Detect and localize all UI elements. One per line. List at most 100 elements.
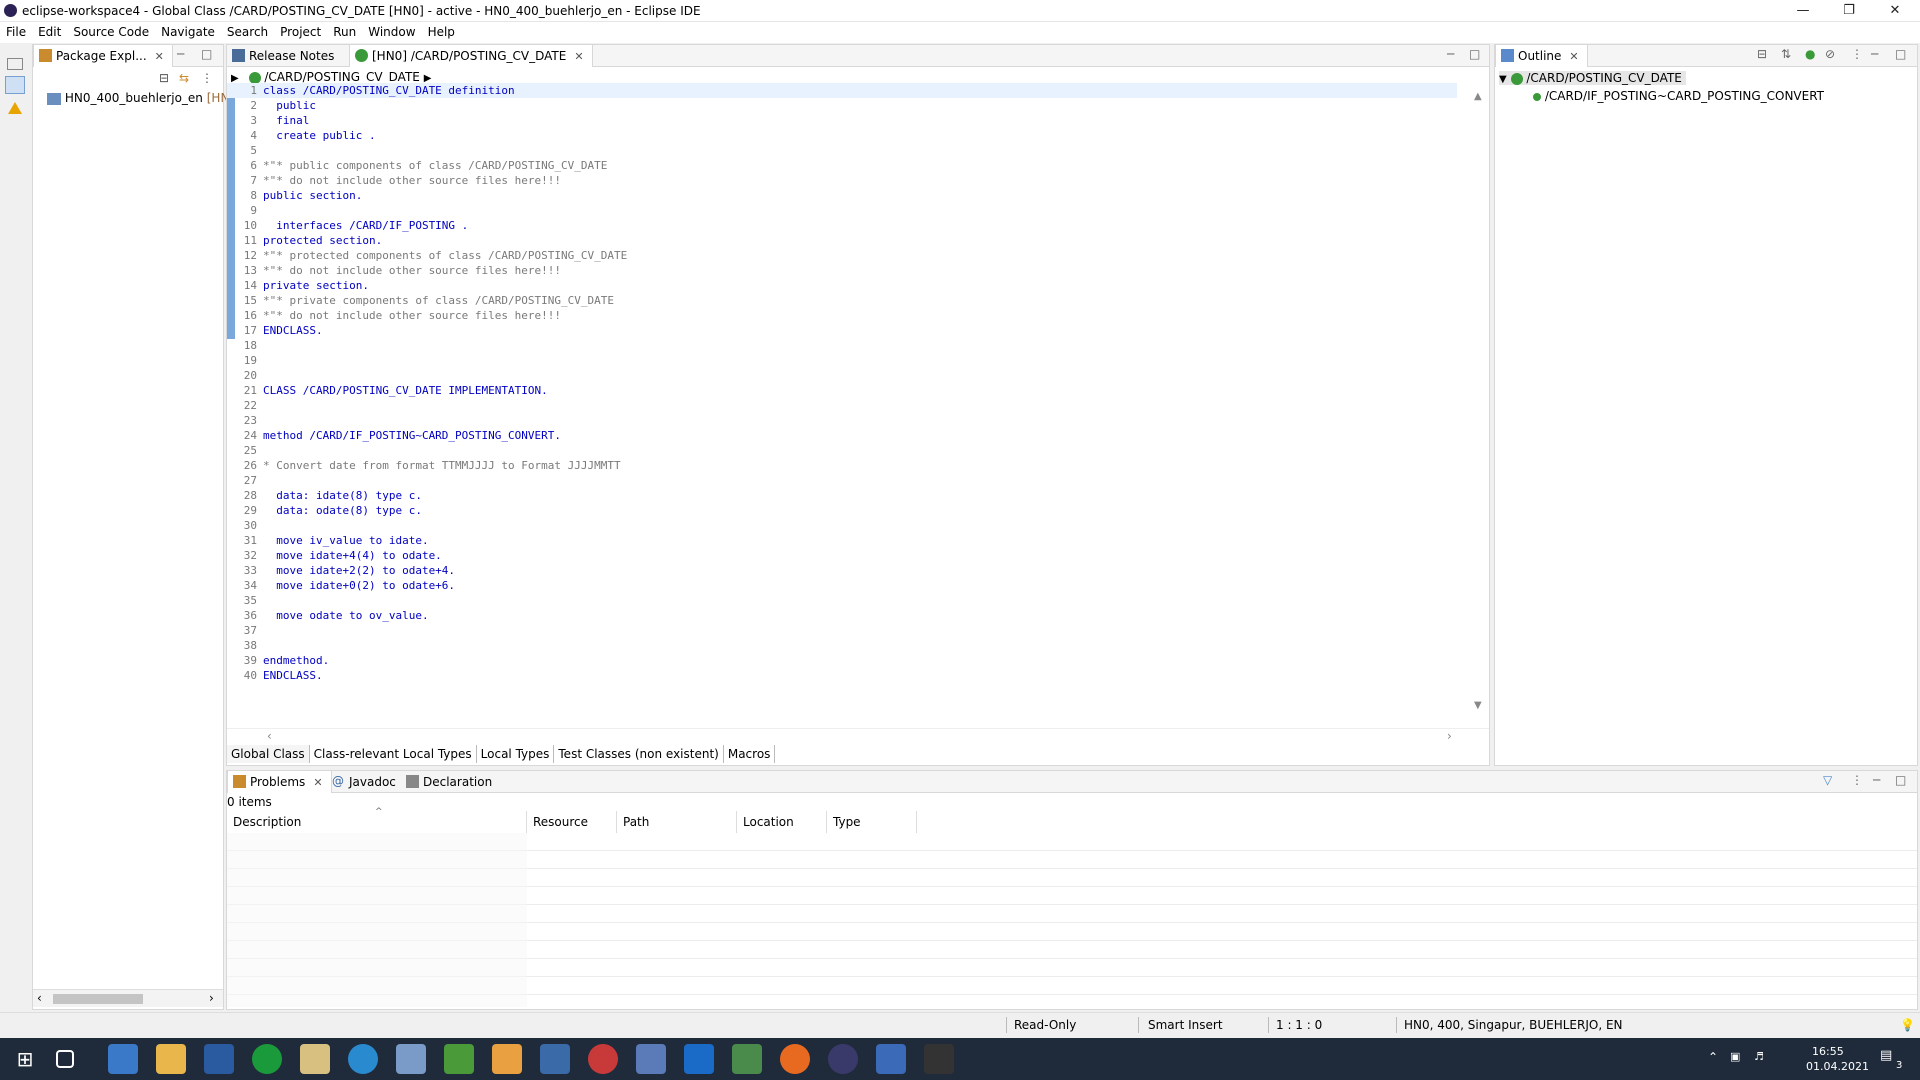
tab-class-relevant-local-types[interactable]: Class-relevant Local Types [310, 745, 477, 763]
windows-start-icon[interactable]: ⊞ [10, 1044, 40, 1074]
minimize-icon[interactable]: ─ [1873, 773, 1880, 787]
view-menu-icon[interactable]: ⋮ [201, 71, 213, 85]
tab-release-notes[interactable]: Release Notes [227, 45, 342, 67]
restore-button[interactable]: ❐ [1826, 0, 1872, 22]
close-button[interactable]: ✕ [1872, 0, 1918, 22]
maximize-icon[interactable]: □ [1469, 47, 1480, 61]
tab-test-classes[interactable]: Test Classes (non existent) [554, 745, 724, 763]
app-icon-3[interactable] [204, 1044, 234, 1074]
close-icon[interactable]: ✕ [1569, 50, 1578, 63]
outline-root[interactable]: ▼ /CARD/POSTING_CV_DATE [1499, 71, 1686, 85]
warning-icon[interactable] [8, 102, 22, 114]
tab-outline[interactable]: Outline ✕ [1495, 45, 1588, 67]
scroll-left-icon[interactable]: ‹ [37, 991, 42, 1005]
line-number: 36 [243, 609, 257, 622]
tab-global-class[interactable]: Global Class [227, 745, 310, 763]
scroll-left-icon[interactable]: ‹ [267, 729, 272, 743]
chevron-down-icon[interactable]: ▼ [1499, 74, 1507, 85]
app-icon-8[interactable] [444, 1044, 474, 1074]
tab-class-editor[interactable]: [HN0] /CARD/POSTING_CV_DATE ✕ [349, 45, 593, 67]
menu-edit[interactable]: Edit [32, 22, 67, 39]
col-description[interactable]: Description [227, 811, 527, 833]
filter-icon[interactable]: ▽ [1823, 773, 1832, 787]
col-resource[interactable]: Resource [527, 811, 617, 833]
file-explorer-icon[interactable] [156, 1044, 186, 1074]
col-type[interactable]: Type [827, 811, 917, 833]
tab-declaration[interactable]: Declaration [401, 771, 500, 793]
restore-icon[interactable] [7, 58, 23, 70]
scroll-down-icon[interactable]: ▼ [1474, 700, 1482, 711]
task-view-icon[interactable] [56, 1050, 74, 1068]
menu-source-code[interactable]: Source Code [67, 22, 155, 39]
project-item[interactable]: HN0_400_buehlerjo_en [HN [47, 91, 229, 105]
maximize-icon[interactable]: □ [1895, 47, 1906, 61]
eclipse-taskbar-icon[interactable] [828, 1044, 858, 1074]
menu-window[interactable]: Window [362, 22, 421, 39]
view-menu-icon[interactable]: ⋮ [1851, 47, 1863, 61]
app-icon-18[interactable] [924, 1044, 954, 1074]
minimize-icon[interactable]: ─ [1871, 47, 1878, 61]
code-editor[interactable]: 1 class /CARD/POSTING_CV_DATE definition 2… [227, 83, 1489, 723]
maximize-icon[interactable]: □ [201, 47, 212, 61]
app-icon-12[interactable] [636, 1044, 666, 1074]
tray-network-icon[interactable]: ▣ [1730, 1050, 1740, 1063]
scroll-up-icon[interactable]: ▲ [1474, 91, 1482, 102]
app-icon-4[interactable] [252, 1044, 282, 1074]
clock-date[interactable]: 01.04.2021 [1806, 1060, 1869, 1073]
problems-icon [233, 775, 246, 788]
clock-time[interactable]: 16:55 [1812, 1045, 1844, 1058]
menu-run[interactable]: Run [327, 22, 362, 39]
tab-javadoc[interactable]: @ Javadoc [327, 771, 404, 793]
tab-problems[interactable]: Problems ✕ [227, 771, 332, 793]
tab-package-explorer[interactable]: Package Expl... ✕ [33, 45, 173, 67]
sort-icon[interactable]: ⇅ [1781, 47, 1791, 61]
app-icon-1[interactable] [108, 1044, 138, 1074]
app-icon-11[interactable] [588, 1044, 618, 1074]
close-icon[interactable]: ✕ [574, 50, 583, 63]
outline-method[interactable]: /CARD/IF_POSTING~CARD_POSTING_CONVERT [1533, 89, 1824, 103]
firefox-icon[interactable] [780, 1044, 810, 1074]
menu-project[interactable]: Project [274, 22, 327, 39]
abap-perspective-icon[interactable] [5, 76, 25, 94]
minimize-icon[interactable]: ─ [1447, 47, 1454, 61]
tip-icon[interactable]: 💡 [1900, 1018, 1915, 1032]
minimize-button[interactable]: — [1780, 0, 1826, 22]
menu-file[interactable]: File [0, 22, 32, 39]
close-icon[interactable]: ✕ [313, 776, 322, 789]
scroll-thumb[interactable] [53, 994, 143, 1004]
notification-icon[interactable]: ▤ [1880, 1048, 1892, 1063]
tab-macros[interactable]: Macros [724, 745, 776, 763]
link-editor-icon[interactable]: ⇆ [179, 71, 189, 85]
vertical-scrollbar[interactable]: ▲ ▼ [1473, 91, 1485, 711]
maximize-icon[interactable]: □ [1895, 773, 1906, 787]
menu-search[interactable]: Search [221, 22, 274, 39]
collapse-all-icon[interactable]: ⊟ [1757, 47, 1767, 61]
public-filter-icon[interactable]: ● [1805, 47, 1815, 61]
app-icon-17[interactable] [876, 1044, 906, 1074]
tab-local-types[interactable]: Local Types [477, 745, 555, 763]
menu-help[interactable]: Help [422, 22, 461, 39]
minimize-icon[interactable]: ─ [177, 47, 184, 61]
outlook-icon[interactable] [684, 1044, 714, 1074]
scroll-right-icon[interactable]: › [209, 991, 214, 1005]
col-path[interactable]: Path [617, 811, 737, 833]
app-icon-7[interactable] [396, 1044, 426, 1074]
menu-navigate[interactable]: Navigate [155, 22, 221, 39]
horizontal-scrollbar[interactable]: ‹ › [33, 989, 223, 1007]
edge-icon[interactable] [348, 1044, 378, 1074]
app-icon-5[interactable] [300, 1044, 330, 1074]
collapse-all-icon[interactable]: ⊟ [159, 71, 169, 85]
hide-fields-icon[interactable]: ⊘ [1825, 47, 1835, 61]
tray-chevron-icon[interactable]: ⌃ [1708, 1050, 1718, 1064]
view-menu-icon[interactable]: ⋮ [1851, 773, 1863, 787]
scroll-right-icon[interactable]: › [1447, 729, 1452, 743]
app-icon-9[interactable] [492, 1044, 522, 1074]
app-icon-14[interactable] [732, 1044, 762, 1074]
close-icon[interactable]: ✕ [155, 50, 164, 63]
app-icon-10[interactable] [540, 1044, 570, 1074]
code-text: move idate+0(2) to odate+6. [263, 579, 456, 592]
tray-volume-icon[interactable]: ♬ [1754, 1050, 1764, 1063]
col-location[interactable]: Location [737, 811, 827, 833]
breadcrumb[interactable]: ▶ /CARD/POSTING_CV_DATE ▶ [231, 70, 431, 84]
editor-horizontal-scrollbar[interactable]: ‹ › [227, 728, 1489, 744]
